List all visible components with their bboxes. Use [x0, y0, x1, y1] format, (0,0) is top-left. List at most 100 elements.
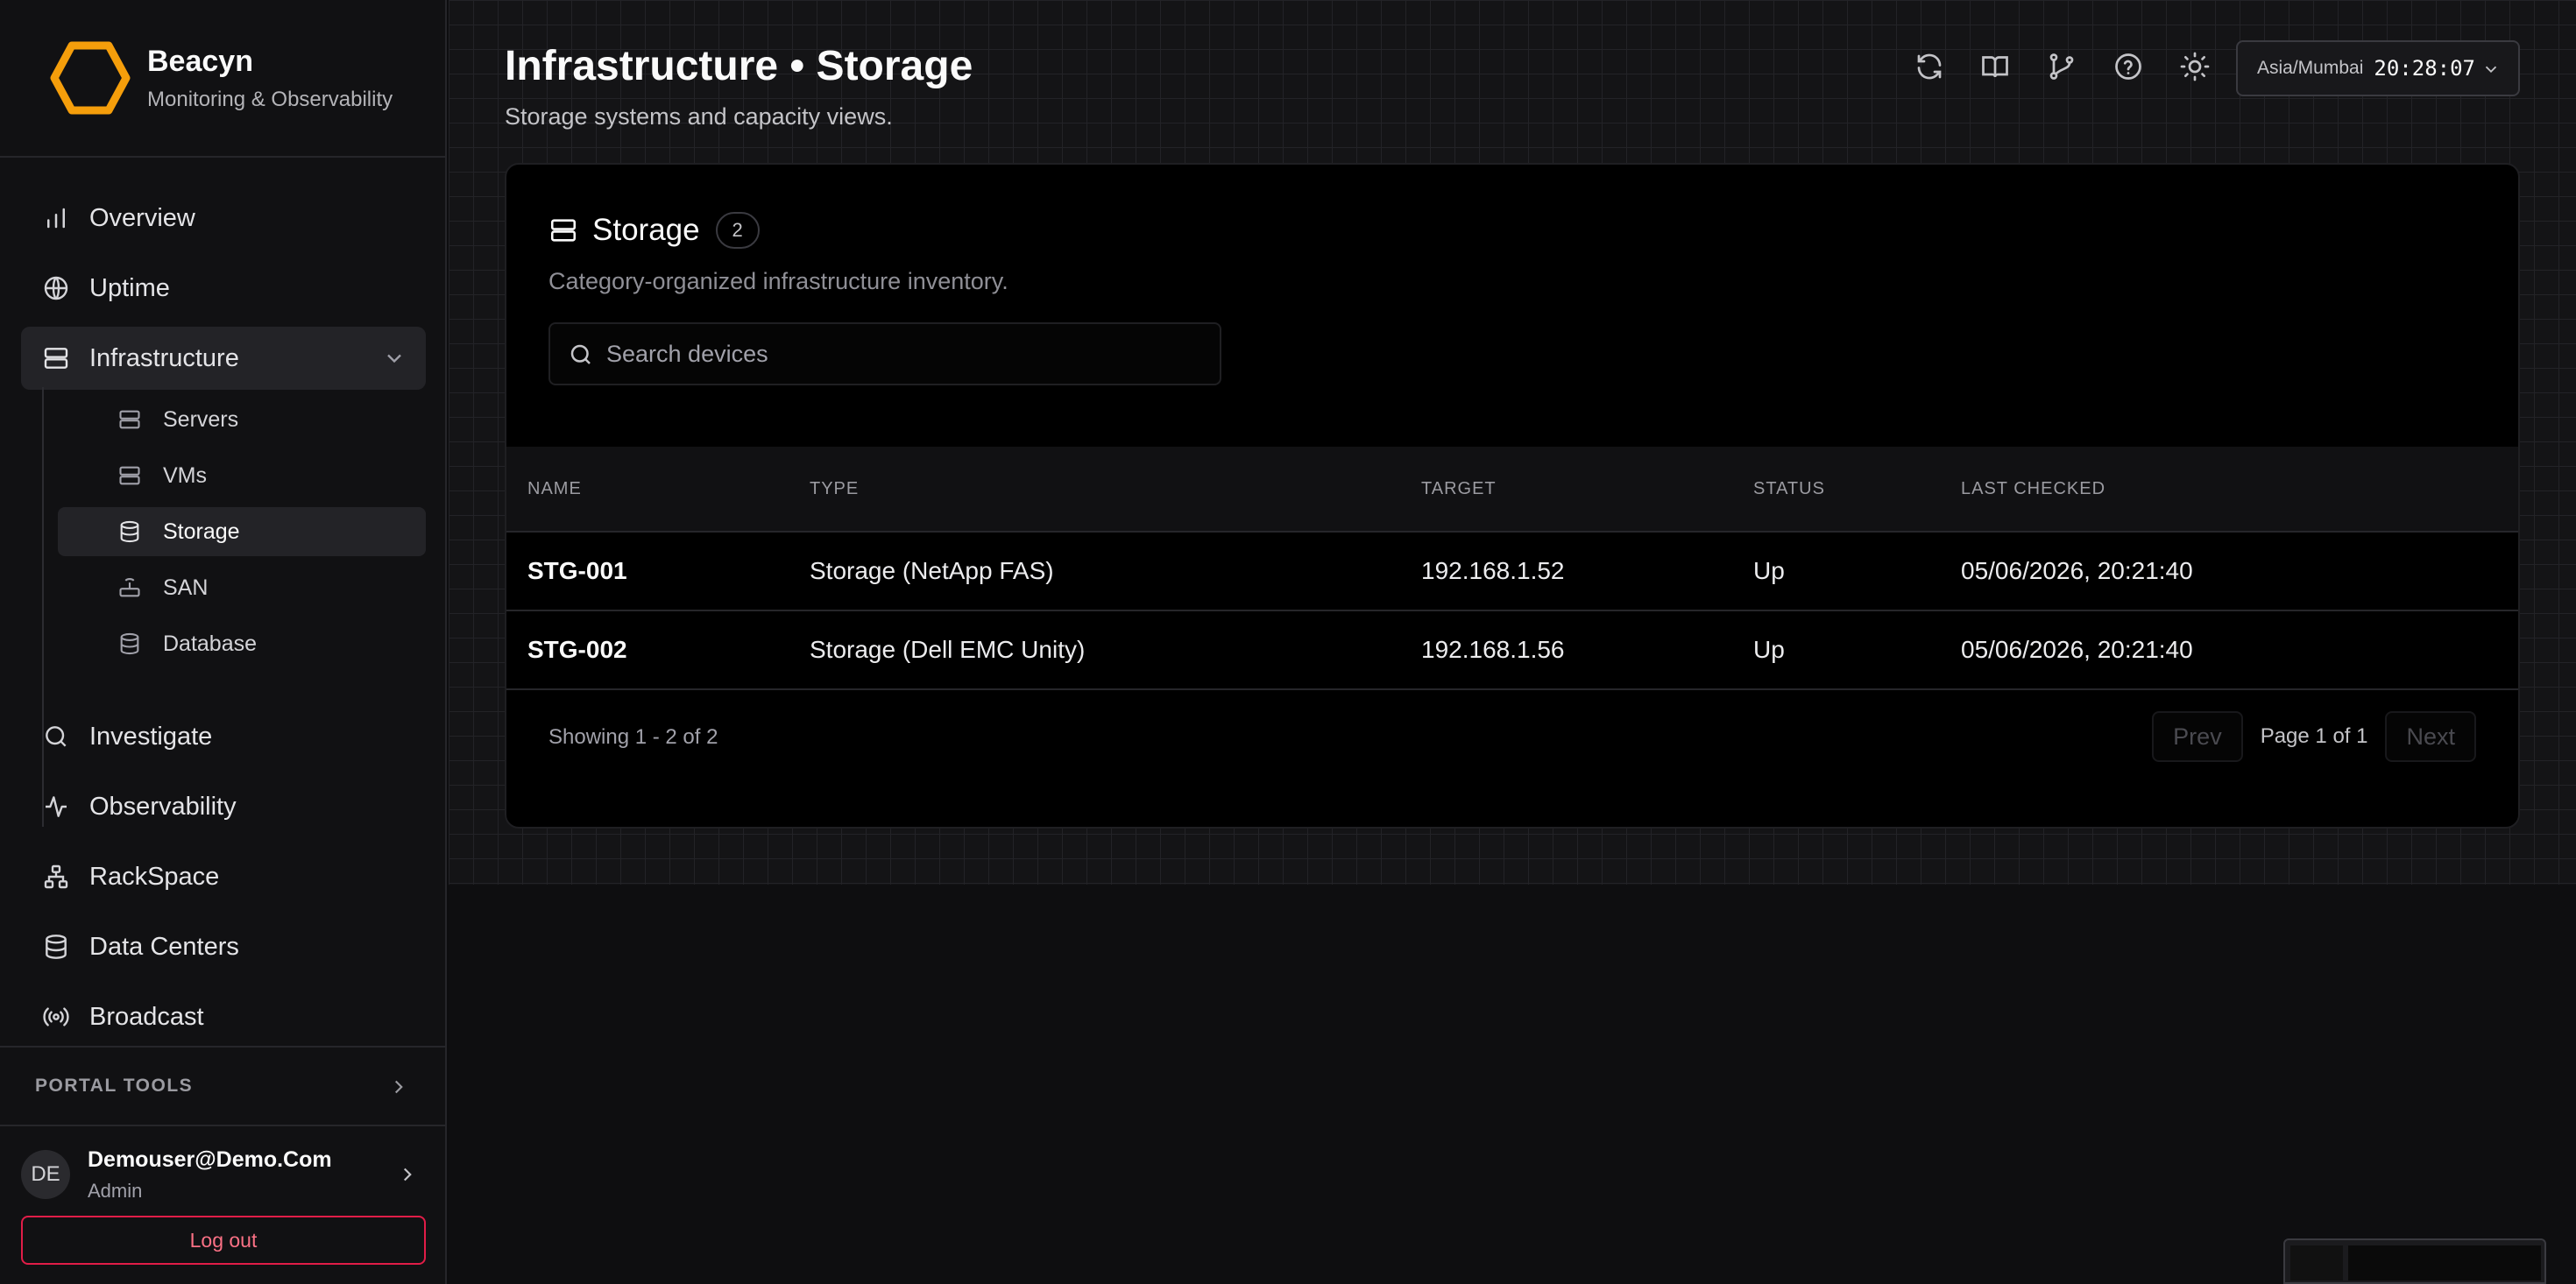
thumbnail-content	[2348, 1245, 2541, 1280]
search-box	[548, 322, 1221, 385]
pagination-summary: Showing 1 - 2 of 2	[548, 725, 718, 749]
page-indicator: Page 1 of 1	[2260, 724, 2368, 748]
server-icon	[550, 219, 577, 242]
broadcast-icon	[40, 1001, 72, 1033]
sun-icon[interactable]	[2179, 51, 2211, 82]
search-icon	[570, 344, 591, 364]
server-icon	[119, 410, 140, 429]
router-icon	[119, 578, 140, 597]
clock-time: 20:28:07	[2374, 56, 2475, 81]
search-icon	[40, 721, 72, 752]
window-thumbnail[interactable]	[2283, 1238, 2546, 1284]
brand-header[interactable]: Beacyn Monitoring & Observability	[0, 0, 445, 158]
sidebar-item-label: SAN	[163, 575, 209, 600]
devices-table: NAME TYPE TARGET STATUS LAST CHECKED STG…	[506, 447, 2518, 690]
globe-icon	[40, 272, 72, 304]
cell-target: 192.168.1.52	[1421, 557, 1565, 584]
nav-label: Uptime	[89, 273, 170, 302]
cell-name: STG-002	[527, 636, 627, 663]
cell-status: Up	[1753, 557, 1785, 584]
sidebar-item-label: Storage	[163, 519, 240, 544]
nav-label: Broadcast	[89, 1002, 204, 1031]
nav-label: RackSpace	[89, 862, 220, 891]
sidebar-item-label: Database	[163, 631, 258, 656]
next-button[interactable]: Next	[2385, 711, 2476, 762]
timezone-label: Asia/Mumbai	[2257, 58, 2364, 78]
nav-label: Data Centers	[89, 932, 239, 961]
sidebar-item-database[interactable]: Database	[58, 619, 426, 668]
refresh-icon[interactable]	[1914, 51, 1945, 82]
book-icon[interactable]	[1979, 51, 2011, 82]
brand-name: Beacyn	[147, 44, 253, 78]
timezone-selector[interactable]: Asia/Mumbai 20:28:07	[2236, 40, 2520, 96]
nav-label: Investigate	[89, 722, 213, 751]
portal-tools-label: PORTAL TOOLS	[35, 1076, 194, 1096]
nav-item-uptime[interactable]: Uptime	[21, 257, 426, 320]
table-row[interactable]: STG-002 Storage (Dell EMC Unity) 192.168…	[506, 611, 2518, 690]
brand-subtitle: Monitoring & Observability	[147, 87, 393, 111]
pagination: Prev Page 1 of 1 Next	[2152, 711, 2476, 762]
nav-item-observability[interactable]: Observability	[21, 775, 426, 838]
git-branch-icon[interactable]	[2046, 51, 2077, 82]
cell-name: STG-001	[527, 557, 627, 584]
activity-icon	[40, 791, 72, 822]
prev-button[interactable]: Prev	[2152, 711, 2243, 762]
thumbnail-sidebar	[2290, 1245, 2343, 1280]
nav-item-infrastructure[interactable]: Infrastructure	[21, 327, 426, 390]
sidebar-item-storage[interactable]: Storage	[58, 507, 426, 556]
column-header-last-checked[interactable]: LAST CHECKED	[1961, 447, 2105, 531]
chevron-down-icon	[2485, 66, 2497, 74]
column-header-type[interactable]: TYPE	[810, 447, 859, 531]
chevron-right-icon	[394, 1080, 403, 1094]
column-header-target[interactable]: TARGET	[1421, 447, 1497, 531]
search-input[interactable]	[606, 340, 1202, 368]
main-content: Infrastructure • Storage Storage systems…	[449, 0, 2576, 1284]
page-title: Infrastructure • Storage	[505, 43, 973, 89]
nav-item-overview[interactable]: Overview	[21, 187, 426, 250]
cell-target: 192.168.1.56	[1421, 636, 1565, 663]
beacyn-logo-icon	[50, 41, 131, 115]
sidebar-item-vms[interactable]: VMs	[58, 451, 426, 500]
column-header-status[interactable]: STATUS	[1753, 447, 1825, 531]
bar-chart-icon	[40, 202, 72, 234]
nav-item-data-centers[interactable]: Data Centers	[21, 915, 426, 978]
sidebar-item-label: Servers	[163, 406, 239, 432]
database-icon	[40, 931, 72, 963]
sidebar-item-label: VMs	[163, 462, 207, 488]
card-title: Storage	[592, 213, 700, 247]
portal-tools-toggle[interactable]: PORTAL TOOLS	[0, 1046, 445, 1126]
nav-item-investigate[interactable]: Investigate	[21, 705, 426, 768]
table-header: NAME TYPE TARGET STATUS LAST CHECKED	[506, 447, 2518, 533]
user-name: Demouser@Demo.Com	[88, 1146, 332, 1172]
table-row[interactable]: STG-001 Storage (NetApp FAS) 192.168.1.5…	[506, 533, 2518, 611]
nav-label: Infrastructure	[89, 343, 239, 372]
count-badge: 2	[715, 212, 760, 249]
nav-label: Overview	[89, 203, 195, 232]
cell-status: Up	[1753, 636, 1785, 663]
cell-type: Storage (NetApp FAS)	[810, 557, 1054, 584]
chevron-right-icon	[403, 1168, 412, 1182]
avatar: DE	[21, 1150, 70, 1199]
nav-label: Observability	[89, 792, 237, 821]
logout-button[interactable]: Log out	[21, 1216, 426, 1265]
nav-item-broadcast[interactable]: Broadcast	[21, 985, 426, 1048]
user-role: Admin	[88, 1179, 143, 1202]
sidebar-item-servers[interactable]: Servers	[58, 395, 426, 444]
sidebar: Beacyn Monitoring & Observability Overvi…	[0, 0, 447, 1284]
column-header-name[interactable]: NAME	[527, 447, 582, 531]
database-icon	[120, 520, 139, 543]
sidebar-item-san[interactable]: SAN	[58, 563, 426, 612]
database-icon	[120, 632, 139, 655]
cell-type: Storage (Dell EMC Unity)	[810, 636, 1086, 663]
nav-item-rackspace[interactable]: RackSpace	[21, 845, 426, 908]
server-icon	[40, 342, 72, 374]
user-menu[interactable]: DE Demouser@Demo.Com Admin	[0, 1128, 445, 1221]
chevron-down-icon[interactable]	[382, 346, 407, 370]
help-icon[interactable]	[2112, 51, 2144, 82]
network-icon	[40, 861, 72, 892]
cell-last-checked: 05/06/2026, 20:21:40	[1961, 557, 2193, 584]
card-subtitle: Category-organized infrastructure invent…	[548, 268, 1008, 294]
storage-card: Storage 2 Category-organized infrastruct…	[505, 163, 2520, 829]
cell-last-checked: 05/06/2026, 20:21:40	[1961, 636, 2193, 663]
server-icon	[119, 466, 140, 485]
